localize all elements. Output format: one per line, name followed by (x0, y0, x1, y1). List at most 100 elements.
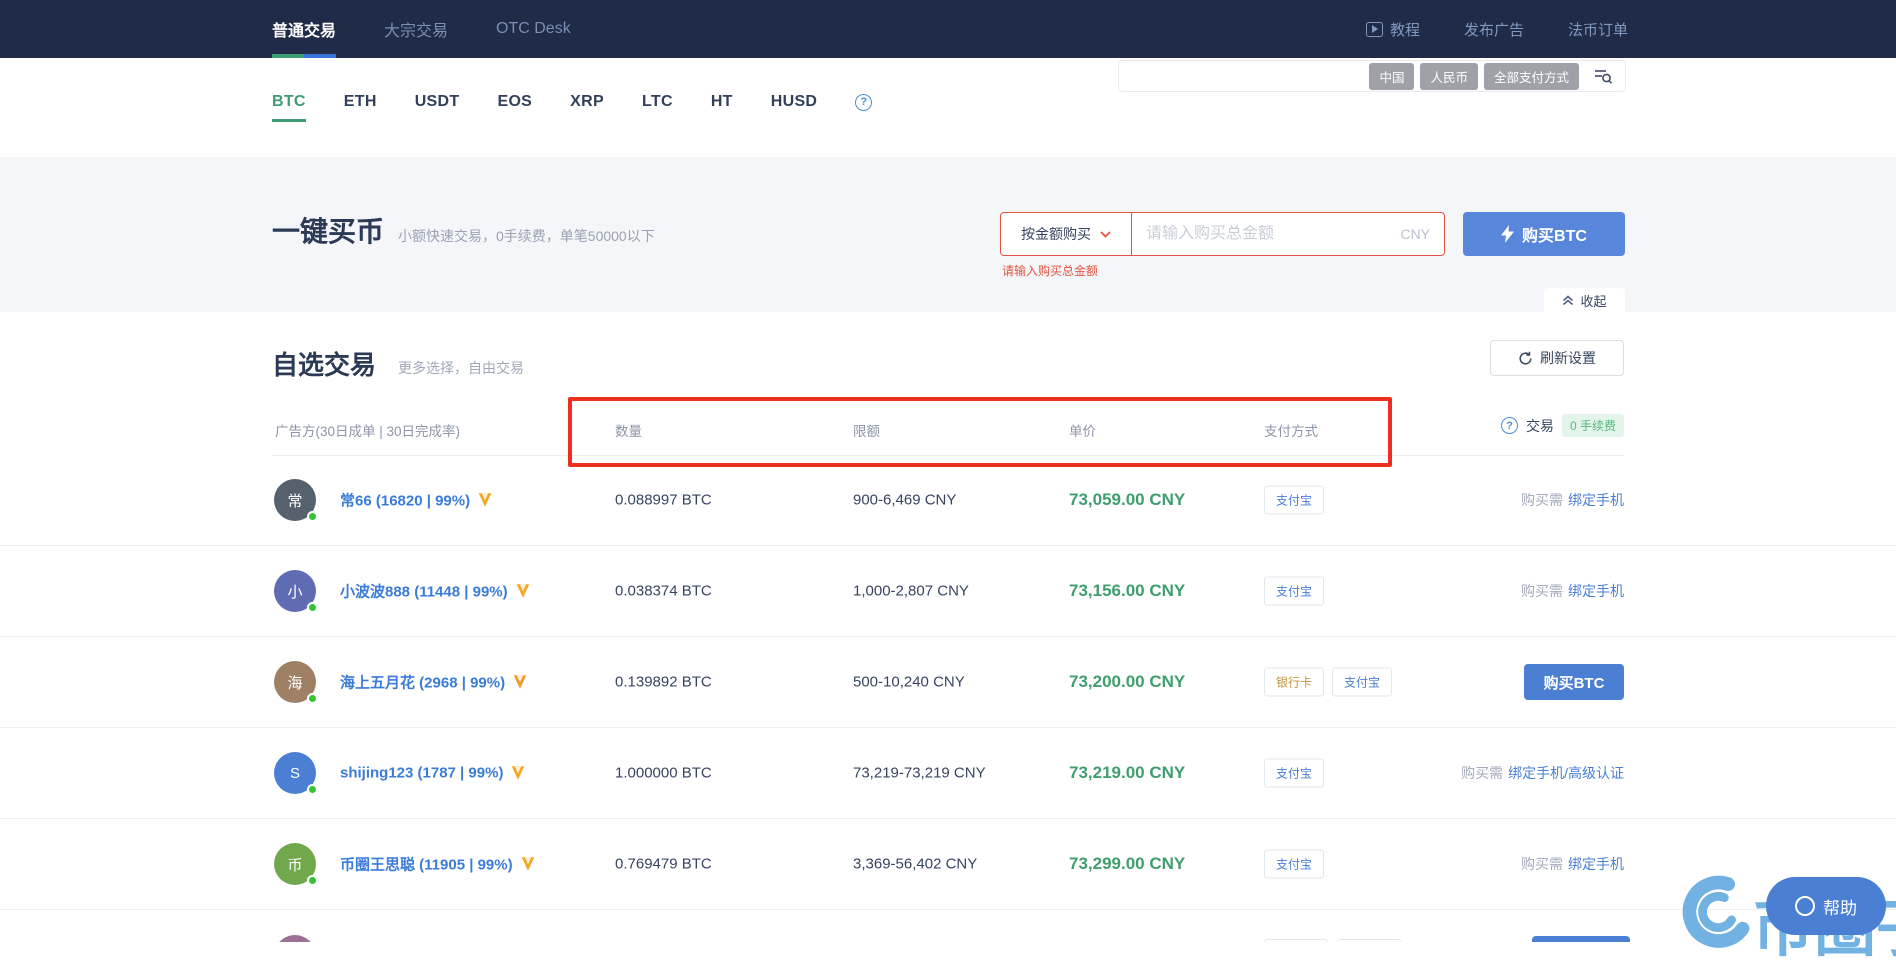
col-advertiser: 广告方(30日成单 | 30日完成率) (275, 424, 461, 439)
advertiser-link[interactable]: 币圈王思聪 (11905 | 99%) (340, 854, 536, 875)
avatar: 海 (274, 661, 318, 704)
online-dot (307, 693, 318, 704)
payment-pill-alipay: 支付宝 (1264, 576, 1325, 606)
row-buy-btc-button[interactable]: 购买BTC (1524, 664, 1624, 700)
lightning-icon (1501, 225, 1515, 243)
nav-link-label: 法币订单 (1567, 21, 1628, 39)
coin-tab-ltc[interactable]: LTC (642, 82, 673, 122)
bind-phone-link[interactable]: 绑定手机 (1568, 581, 1624, 601)
advertiser-link[interactable]: 常66 (16820 | 99%) (340, 490, 493, 511)
gold-medal-icon (512, 766, 525, 780)
coin-tab-eth[interactable]: ETH (344, 82, 377, 122)
zero-fee-badge: 0 手续费 (1561, 414, 1624, 437)
avatar: 小 (274, 570, 318, 613)
nav-link-tutorial[interactable]: 教程 (1365, 19, 1420, 40)
bind-phone-link[interactable]: 绑定手机 (1568, 490, 1624, 510)
quick-buy-button-label: 购买BTC (1522, 228, 1587, 245)
col-quantity: 数量 (615, 424, 642, 439)
ad-row: 海 海上五月花 (2968 | 99%) 0.139892 BTC 500-10… (0, 637, 1896, 728)
amount-input-wrap: CNY (1132, 213, 1444, 255)
quantity-value: 0.088997 BTC (615, 491, 712, 509)
buy-action: 购买BTC (1524, 664, 1624, 700)
quick-buy-title: 一键买币 (272, 216, 385, 247)
amount-error-message: 请输入购买总金额 (1002, 264, 1099, 278)
coin-tabs: BTC ETH USDT EOS XRP LTC HT HUSD ? (272, 82, 873, 122)
requirement: 购买需 绑定手机 (1521, 490, 1624, 510)
avatar: 币 (274, 843, 318, 886)
filter-region[interactable]: 中国 (1369, 62, 1415, 90)
ad-row: 币 币圈王思聪 (11905 | 99%) 0.769479 BTC 3,369… (0, 819, 1896, 910)
advertiser-link[interactable]: 海上五月花 (2968 | 99%) (340, 672, 528, 693)
filter-payment[interactable]: 全部支付方式 (1483, 62, 1579, 90)
refresh-settings-button[interactable]: 刷新设置 (1490, 340, 1624, 376)
online-dot (307, 602, 318, 613)
coin-tab-husd[interactable]: HUSD (771, 82, 818, 122)
quantity-value: 0.139892 BTC (615, 673, 712, 691)
filter-search-icon[interactable] (1593, 67, 1613, 85)
nav-tab-block-trade[interactable]: 大宗交易 (384, 0, 448, 58)
coin-tab-btc[interactable]: BTC (272, 82, 306, 122)
col-trade: 交易 (1525, 417, 1554, 434)
currency-unit: CNY (1400, 226, 1430, 242)
limit-value: 1,000-2,807 CNY (853, 582, 969, 600)
buy-mode-select[interactable]: 按金额购买 (1001, 213, 1132, 255)
coin-tab-usdt[interactable]: USDT (415, 82, 460, 122)
online-dot (307, 875, 318, 886)
filter-currency[interactable]: 人民币 (1420, 62, 1478, 90)
price-value: 73,059.00 CNY (1069, 490, 1186, 509)
payment-methods: 支付宝 (1264, 485, 1325, 515)
payment-pill-alipay: 支付宝 (1264, 485, 1325, 515)
nav-link-label: 教程 (1389, 21, 1420, 39)
requirement: 购买需 绑定手机 (1521, 854, 1624, 874)
payment-pill-alipay: 支付宝 (1264, 758, 1325, 788)
limit-value: 900-6,469 CNY (853, 491, 957, 509)
gold-medal-icon (521, 857, 534, 871)
advertiser-link[interactable]: shijing123 (1787 | 99%) (340, 765, 526, 782)
amount-input[interactable] (1132, 225, 1401, 243)
price-value: 73,156.00 CNY (1069, 581, 1186, 600)
payment-methods: 支付宝 (1264, 576, 1325, 606)
trade-help-icon[interactable]: ? (1500, 417, 1518, 434)
online-dot (307, 511, 318, 522)
collapse-button[interactable]: 收起 (1544, 288, 1625, 312)
bind-phone-advanced-link[interactable]: 绑定手机/高级认证 (1508, 763, 1624, 783)
quick-buy-subtitle: 小额快速交易，0手续费，单笔50000以下 (398, 228, 655, 244)
nav-tab-normal-trade[interactable]: 普通交易 (272, 0, 337, 58)
coin-tab-eos[interactable]: EOS (497, 82, 532, 122)
quick-buy-button[interactable]: 购买BTC (1463, 212, 1625, 256)
nav-link-post-ad[interactable]: 发布广告 (1464, 19, 1524, 40)
limit-value: 3,369-56,402 CNY (853, 855, 978, 873)
gold-medal-icon (516, 584, 529, 598)
help-chat-button[interactable]: 帮助 (1766, 877, 1886, 935)
price-value: 73,219.00 CNY (1069, 763, 1186, 782)
self-trade-title: 自选交易 (272, 350, 377, 380)
coin-tab-xrp[interactable]: XRP (570, 82, 604, 122)
ad-row: 小 小波波888 (11448 | 99%) 0.038374 BTC 1,00… (0, 546, 1896, 637)
payment-methods: 支付宝 (1264, 758, 1325, 788)
requirement: 购买需 绑定手机 (1521, 581, 1624, 601)
double-chevron-up-icon (1563, 295, 1574, 306)
play-icon (1365, 21, 1383, 37)
refresh-label: 刷新设置 (1540, 350, 1596, 366)
husd-help-icon[interactable]: ? (855, 93, 873, 111)
col-unit-price: 单价 (1069, 424, 1096, 439)
nav-tab-otc-desk[interactable]: OTC Desk (496, 0, 571, 58)
refresh-icon (1519, 351, 1532, 364)
avatar (274, 935, 316, 942)
advertiser-link[interactable]: 小波波888 (11448 | 99%) (340, 581, 531, 602)
row-buy-btc-button[interactable] (1532, 936, 1630, 942)
nav-link-fiat-orders[interactable]: 法币订单 (1568, 19, 1628, 40)
chevron-down-icon (1100, 230, 1111, 238)
quantity-value: 0.038374 BTC (615, 582, 712, 600)
nav-tabs: 普通交易 大宗交易 OTC Desk (272, 0, 571, 58)
avatar: S (274, 752, 318, 795)
filter-bar: 中国 人民币 全部支付方式 (1118, 60, 1626, 92)
bqz-logo-icon (1682, 875, 1750, 948)
avatar: 常 (274, 479, 318, 522)
bind-phone-link[interactable]: 绑定手机 (1568, 854, 1624, 874)
nav-tab-label: OTC Desk (496, 20, 571, 37)
col-trade-group: ? 交易 0 手续费 (1500, 414, 1624, 437)
ad-row: S shijing123 (1787 | 99%) 1.000000 BTC 7… (0, 728, 1896, 819)
coin-tab-ht[interactable]: HT (711, 82, 733, 122)
active-tab-indicator (272, 54, 337, 58)
